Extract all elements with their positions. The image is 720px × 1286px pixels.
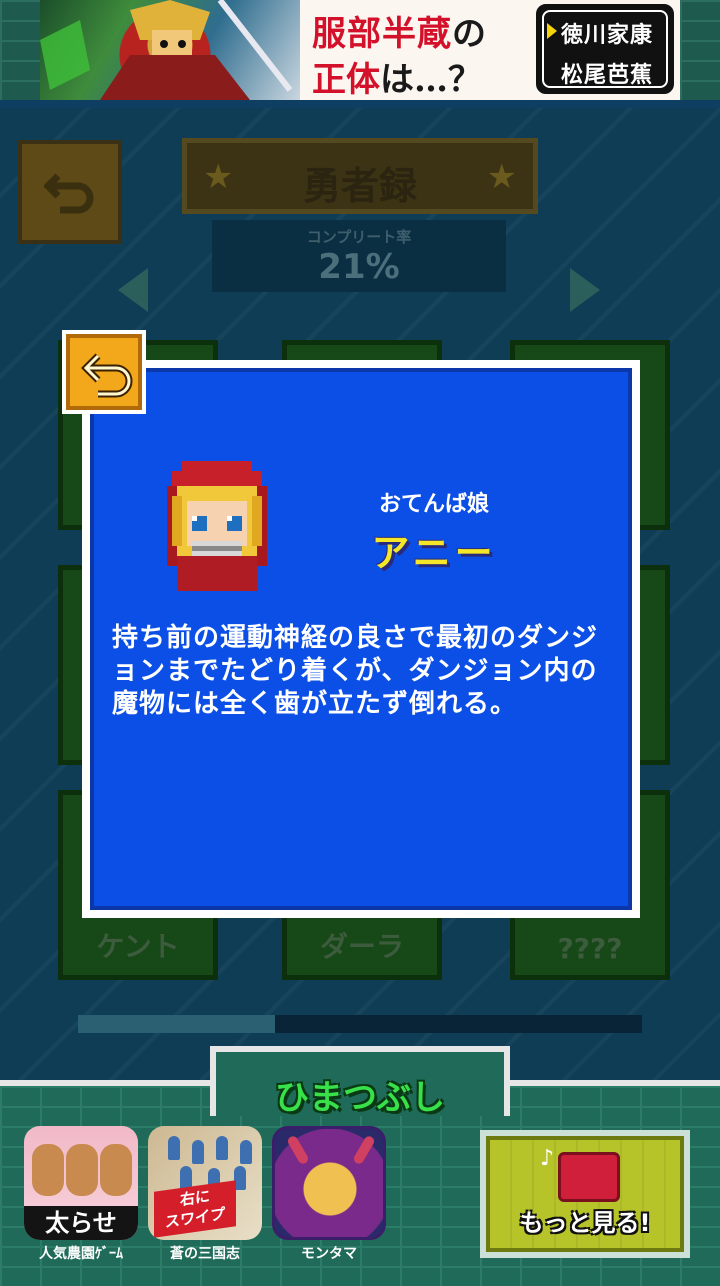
completion-value: 21% <box>318 247 400 287</box>
chest-icon <box>558 1152 620 1202</box>
app-icon-tag: 太らせ <box>24 1206 138 1240</box>
ad-headline-line2: 正体は…？ <box>312 60 482 100</box>
page-scroll-bar[interactable] <box>78 1015 642 1033</box>
back-arrow-icon <box>44 173 94 214</box>
ninja-artwork-icon <box>40 0 293 100</box>
app-icon-montama[interactable] <box>272 1126 386 1240</box>
screen-title-board: ★ 勇者録 ★ <box>182 138 538 214</box>
star-icon: ★ <box>486 157 517 197</box>
top-ad-area: 服部半蔵の 正体は…？ 徳川家康 松尾芭蕉 <box>0 0 720 108</box>
more-games-button[interactable]: ♪ もっと見る! <box>480 1130 690 1258</box>
app-icon-farm[interactable]: 太らせ <box>24 1126 138 1240</box>
back-arrow-icon <box>81 353 133 398</box>
ad-choice-2[interactable]: 松尾芭蕉 <box>561 57 653 89</box>
completion-rate: コンプリート率 21% <box>212 220 506 292</box>
modal-close-button[interactable] <box>62 330 146 414</box>
ad-headline-line1: 服部半蔵の <box>312 14 487 54</box>
screen-back-button[interactable] <box>18 140 122 244</box>
more-games-label: もっと見る! <box>519 1209 651 1237</box>
app-label-montama[interactable]: モンタマ <box>264 1243 394 1263</box>
app-label-farm[interactable]: 人気農園ｹﾞｰﾑ <box>16 1243 146 1263</box>
triangle-pointer-icon <box>547 23 557 39</box>
character-detail-modal: おてんば娘 アニー 持ち前の運動神経の良さで最初のダンジョンまでたどり着くが、ダ… <box>82 360 640 918</box>
character-description: 持ち前の運動神経の良さで最初のダンジョンまでたどり着くが、ダンジョン内の魔物には… <box>112 623 599 719</box>
character-detail-panel: おてんば娘 アニー 持ち前の運動神経の良さで最初のダンジョンまでたどり着くが、ダ… <box>90 368 632 910</box>
screen-title: 勇者録 <box>302 164 417 208</box>
character-title: おてんば娘 <box>378 492 489 517</box>
ad-choice-1[interactable]: 徳川家康 <box>561 17 653 49</box>
character-portrait <box>167 461 267 591</box>
swipe-badge: 右に スワイプ <box>154 1180 236 1238</box>
prev-page-arrow-icon[interactable] <box>118 268 148 312</box>
ad-choices-box[interactable]: 徳川家康 松尾芭蕉 <box>536 4 674 94</box>
ad-banner-artwork <box>40 0 300 100</box>
character-name: アニー <box>371 531 497 575</box>
music-note-icon: ♪ <box>540 1146 555 1171</box>
page-scroll-fill <box>78 1015 276 1033</box>
app-icon-sangokushi[interactable]: 右に スワイプ <box>148 1126 262 1240</box>
footer-title: ひまつぶし <box>275 1078 445 1118</box>
hero-card-name: ケント <box>96 930 180 963</box>
hero-card-name: ダーラ <box>319 930 404 963</box>
hero-card-name: ???? <box>557 932 623 965</box>
app-label-sangokushi[interactable]: 蒼の三国志 <box>140 1243 270 1263</box>
next-page-arrow-icon[interactable] <box>570 268 600 312</box>
completion-label: コンプリート率 <box>306 228 412 246</box>
ad-banner[interactable]: 服部半蔵の 正体は…？ 徳川家康 松尾芭蕉 <box>40 0 680 100</box>
